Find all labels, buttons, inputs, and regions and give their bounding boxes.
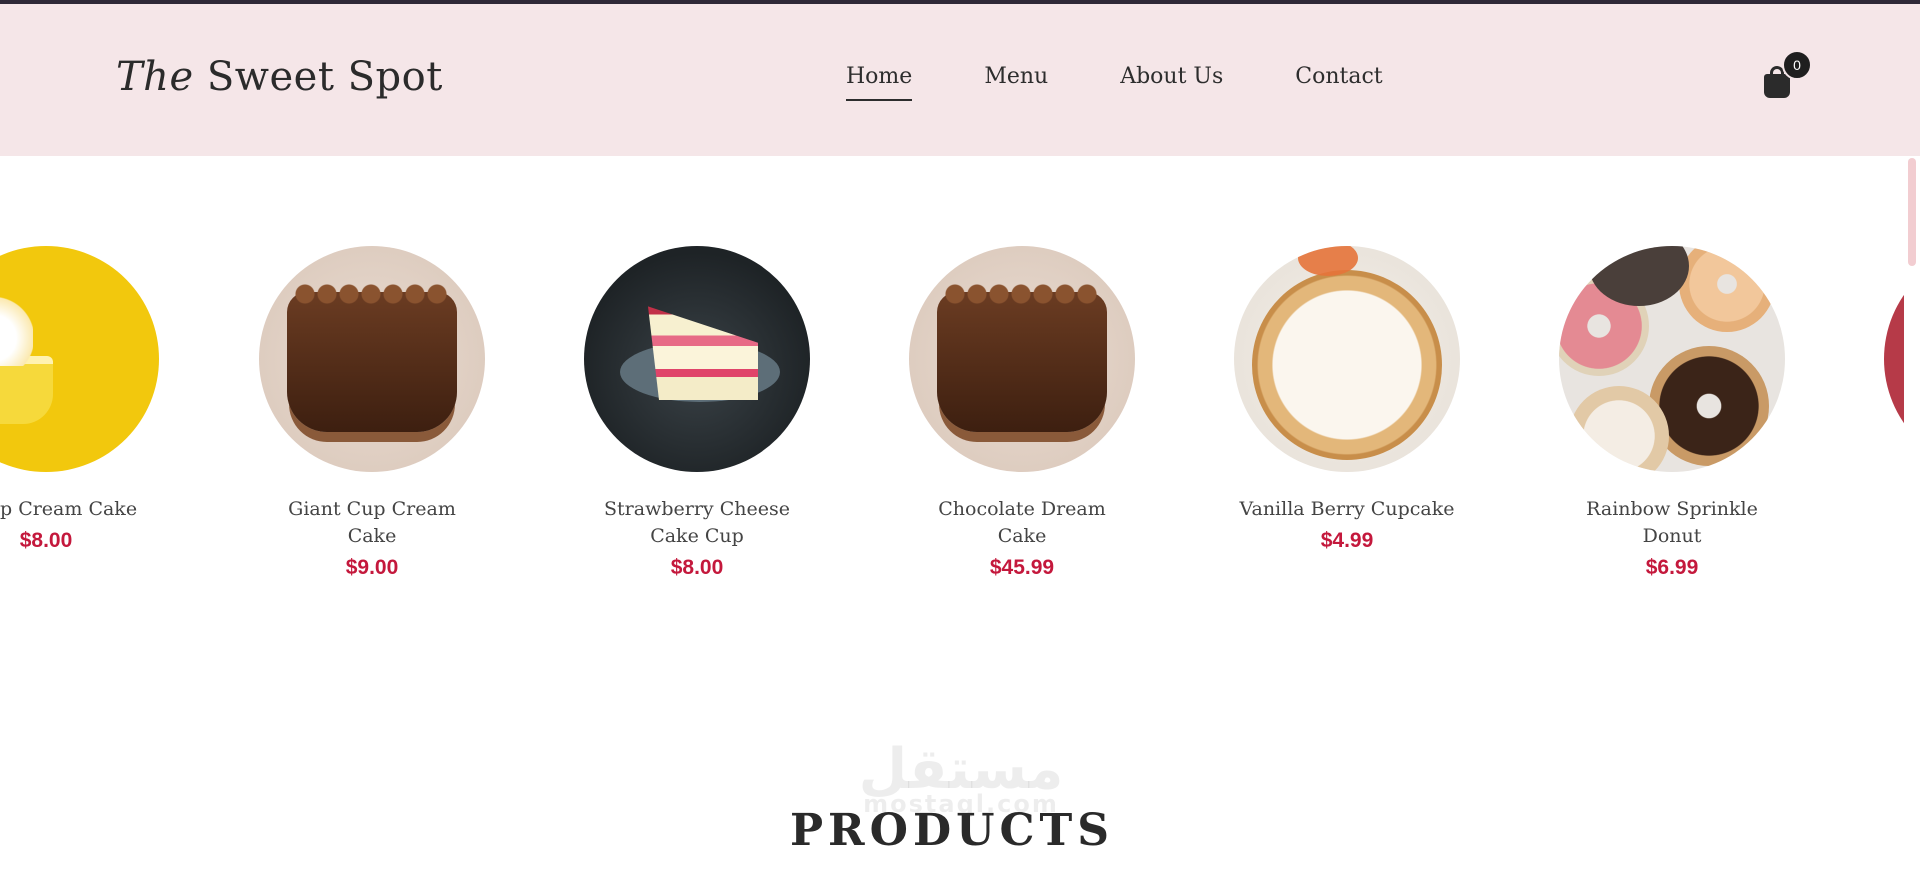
chocolate-cake-image <box>259 246 485 472</box>
site-header: The Sweet Spot Home Menu About Us Contac… <box>0 4 1920 156</box>
cart-count-badge: 0 <box>1782 50 1812 80</box>
product-price: $6.99 <box>1645 556 1699 579</box>
carousel-item[interactable]: Rainbow Sprinkle Donut $6.99 <box>1542 246 1802 580</box>
nav-contact[interactable]: Contact <box>1295 64 1382 101</box>
carousel-item[interactable]: Strawberry Cheese Cake Cup $8.00 <box>567 246 827 580</box>
cart-button[interactable]: 0 <box>1760 50 1812 104</box>
cupcake-image <box>0 246 159 472</box>
product-price: $8.00 <box>19 529 73 552</box>
shopping-bag-icon <box>1764 74 1790 98</box>
carousel-item[interactable] <box>1867 246 1904 472</box>
chocolate-cake-image <box>909 246 1135 472</box>
product-price: $9.00 <box>345 556 399 579</box>
logo-text: Sweet Spot <box>206 54 443 100</box>
site-logo[interactable]: The Sweet Spot <box>116 54 443 100</box>
page-scrollbar[interactable] <box>1904 156 1920 871</box>
product-price: $45.99 <box>989 556 1055 579</box>
carousel-item[interactable]: n Cup Cream Cake $8.00 <box>0 246 176 553</box>
logo-italic-text: The <box>116 54 194 100</box>
scrollbar-thumb[interactable] <box>1908 158 1916 266</box>
strawberry-cake-image <box>584 246 810 472</box>
product-name: Vanilla Berry Cupcake <box>1239 498 1455 520</box>
product-price: $4.99 <box>1320 529 1374 552</box>
carousel-item[interactable]: Chocolate Dream Cake $45.99 <box>892 246 1152 580</box>
main-nav: Home Menu About Us Contact <box>846 64 1383 101</box>
product-price: $8.00 <box>670 556 724 579</box>
product-name: n Cup Cream Cake <box>0 498 138 520</box>
product-carousel[interactable]: n Cup Cream Cake $8.00 Giant Cup Cream C… <box>0 156 1904 616</box>
product-name: Strawberry Cheese Cake Cup <box>604 498 790 547</box>
products-section-title: PRODUCTS <box>789 805 1115 856</box>
nav-home[interactable]: Home <box>846 64 913 101</box>
carousel-item[interactable]: Vanilla Berry Cupcake $4.99 <box>1217 246 1477 553</box>
product-image <box>1884 246 1904 472</box>
product-name: Chocolate Dream Cake <box>938 498 1106 547</box>
nav-menu[interactable]: Menu <box>984 64 1048 101</box>
product-name: Rainbow Sprinkle Donut <box>1586 498 1758 547</box>
product-name: Giant Cup Cream Cake <box>288 498 456 547</box>
donuts-image <box>1559 246 1785 472</box>
meringue-pie-image <box>1234 246 1460 472</box>
nav-about-us[interactable]: About Us <box>1120 64 1223 101</box>
carousel-item[interactable]: Giant Cup Cream Cake $9.00 <box>242 246 502 580</box>
